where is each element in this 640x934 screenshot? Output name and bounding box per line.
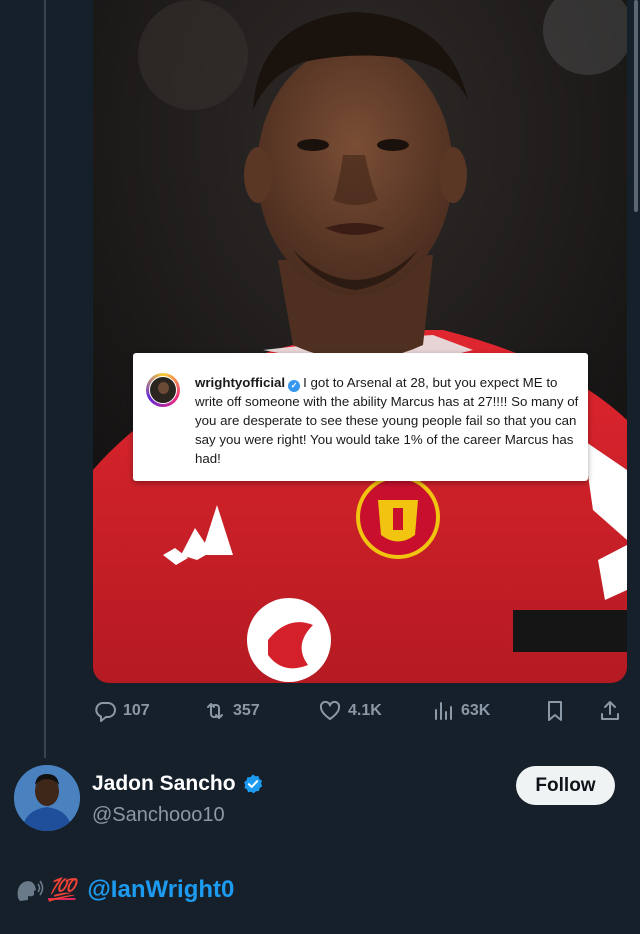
share-icon: [601, 701, 619, 720]
share-button[interactable]: [598, 696, 622, 726]
follow-button[interactable]: Follow: [516, 766, 615, 805]
scrollbar[interactable]: [632, 0, 640, 934]
repost-count: 357: [233, 702, 260, 719]
avatar[interactable]: [14, 765, 80, 831]
comment-text-block: wrightyofficial ✓ I got to Arsenal at 28, …: [195, 373, 581, 468]
views-icon: [435, 702, 452, 720]
commenter-avatar: [146, 373, 180, 407]
repost-icon: [207, 703, 223, 719]
views-count: 63K: [461, 702, 491, 719]
like-button[interactable]: 4.1K: [318, 696, 382, 726]
tweet-media-image[interactable]: wrightyofficial ✓ I got to Arsenal at 28, …: [93, 0, 627, 683]
hundred-points-icon: 💯: [48, 877, 76, 902]
reply-count: 107: [123, 702, 150, 719]
user-handle[interactable]: @Sanchooo10: [92, 804, 225, 827]
repost-button[interactable]: 357: [203, 696, 260, 726]
reply-icon: [95, 702, 116, 722]
verified-badge-icon: ✓: [288, 380, 301, 392]
instagram-comment-card: wrightyofficial ✓ I got to Arsenal at 28, …: [133, 353, 588, 481]
verified-badge-icon: [243, 774, 262, 794]
user-display-name[interactable]: Jadon Sancho: [92, 772, 264, 796]
club-crest: [356, 475, 440, 559]
scrollbar-thumb[interactable]: [634, 0, 638, 212]
player-photo: [93, 0, 627, 683]
tweet-action-bar: 107 357 4.1K 63K: [93, 696, 627, 726]
user-photo: [14, 765, 80, 831]
display-name-text: Jadon Sancho: [92, 772, 236, 795]
reply-button[interactable]: 107: [93, 696, 150, 726]
comment-username: wrightyofficial: [195, 375, 286, 390]
bookmark-icon: [548, 701, 562, 721]
views-button[interactable]: 63K: [431, 696, 490, 726]
mention-link[interactable]: @IanWright0: [87, 876, 234, 904]
tweet-text: 💯 @IanWright0: [14, 876, 234, 904]
thread-connector-line: [44, 0, 46, 758]
like-count: 4.1K: [348, 702, 382, 719]
like-icon: [319, 700, 341, 720]
speaking-head-icon: [17, 880, 44, 901]
bookmark-button[interactable]: [543, 696, 567, 726]
